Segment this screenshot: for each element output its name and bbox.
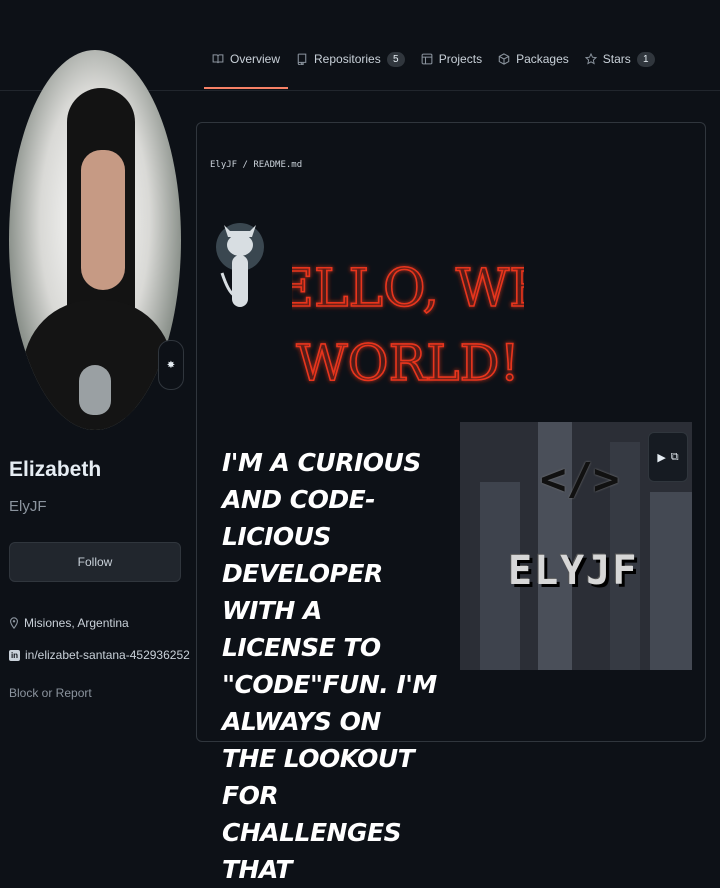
hello-line-2: WORLD!	[296, 334, 519, 388]
octocat-icon	[216, 223, 264, 307]
tab-stars[interactable]: Stars 1	[577, 44, 663, 74]
tab-label: Stars	[602, 52, 631, 66]
video-controls[interactable]: ▶ ⧉	[648, 432, 688, 482]
repositories-counter: 5	[386, 51, 405, 67]
profile-name: Elizabeth	[9, 458, 102, 481]
repo-icon	[296, 53, 308, 65]
book-icon	[212, 53, 224, 65]
video-logo-text: ELYJF	[508, 548, 639, 594]
tab-packages[interactable]: Packages	[490, 44, 577, 74]
status-emoji-button[interactable]: ✸	[158, 340, 184, 390]
avatar[interactable]	[9, 50, 181, 430]
tab-label: Packages	[516, 52, 569, 66]
project-icon	[421, 53, 433, 65]
code-icon: </>	[540, 454, 620, 505]
location-text: Misiones, Argentina	[24, 616, 129, 630]
block-report-link[interactable]: Block or Report	[9, 686, 92, 700]
hello-line-1: HELLO, WEB	[292, 259, 524, 319]
status-icon: ✸	[166, 359, 176, 371]
location-icon	[9, 617, 19, 629]
tab-label: Overview	[230, 52, 281, 66]
play-icon[interactable]: ▶	[657, 451, 665, 464]
package-icon	[498, 53, 510, 65]
profile-login: ElyJF	[9, 498, 47, 515]
hello-web-world-banner: HELLO, WEB WORLD!	[292, 235, 524, 388]
tab-repositories[interactable]: Repositories 5	[288, 44, 413, 74]
intro-text: I'm a curious and code-licious developer…	[222, 448, 437, 884]
tab-overview[interactable]: Overview	[204, 44, 289, 89]
linkedin-link[interactable]: in/elizabet-santana-452936252	[25, 648, 190, 662]
readme-breadcrumb: ElyJF / README.md	[210, 160, 303, 170]
linkedin-row[interactable]: in in/elizabet-santana-452936252	[9, 648, 190, 662]
tab-label: Projects	[438, 52, 483, 66]
follow-button[interactable]: Follow	[9, 542, 181, 582]
tab-label: Repositories	[314, 52, 381, 66]
stars-counter: 1	[636, 51, 655, 67]
star-icon	[584, 53, 597, 65]
linkedin-icon: in	[9, 649, 20, 661]
tab-projects[interactable]: Projects	[413, 44, 490, 74]
location-row: Misiones, Argentina	[9, 616, 129, 630]
external-link-icon[interactable]: ⧉	[671, 451, 679, 464]
tab-bar: Overview Repositories 5 Projects Package…	[204, 44, 663, 89]
